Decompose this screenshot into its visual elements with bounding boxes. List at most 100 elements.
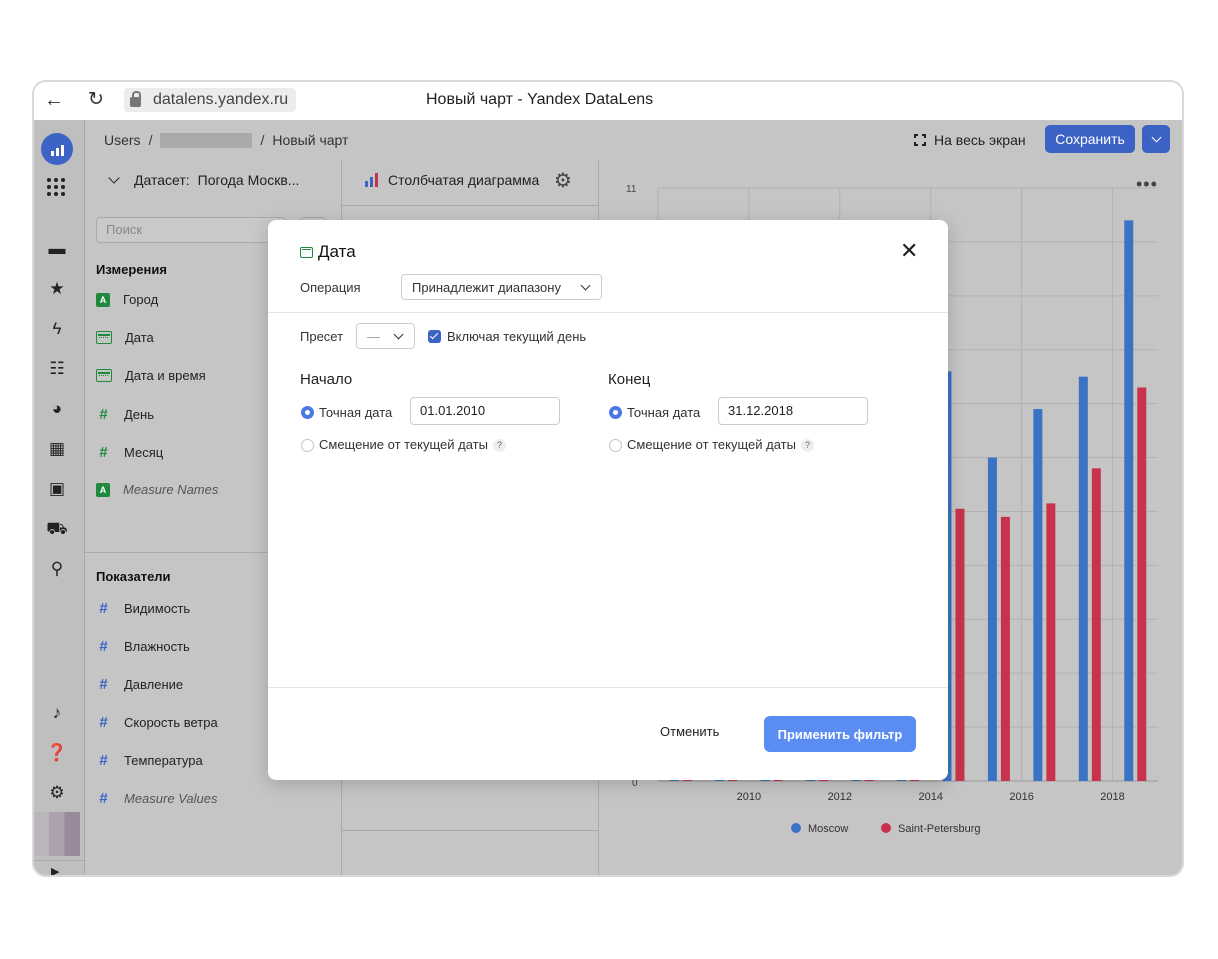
chevron-down-icon — [108, 171, 120, 184]
dimension-item[interactable]: Дата — [96, 330, 154, 345]
number-type-icon: # — [99, 444, 108, 461]
settings-slider-icon[interactable]: ⚲ — [46, 558, 68, 580]
dashboard-icon[interactable]: ▦ — [46, 438, 68, 460]
folder-icon[interactable]: ▬ — [46, 238, 68, 260]
start-date-value: 01.01.2010 — [420, 403, 486, 418]
help-icon[interactable]: ❓ — [46, 742, 68, 764]
cancel-button[interactable]: Отменить — [660, 724, 719, 739]
avatar[interactable] — [34, 812, 80, 856]
measure-item[interactable]: # Видимость — [96, 600, 190, 617]
start-exact-radio[interactable] — [301, 406, 314, 419]
pie-icon[interactable]: ◕ — [46, 398, 68, 420]
bar-saint-petersburg — [1046, 503, 1056, 781]
star-icon[interactable]: ★ — [46, 278, 68, 300]
preset-label: Пресет — [300, 329, 344, 344]
save-button[interactable]: Сохранить — [1045, 125, 1135, 153]
number-type-icon: # — [99, 752, 108, 769]
end-exact-label[interactable]: Точная дата — [627, 405, 700, 420]
preset-select[interactable]: — — [356, 323, 415, 349]
nav-divider — [34, 860, 84, 861]
dimension-item[interactable]: # День — [96, 406, 154, 423]
save-options-button[interactable] — [1142, 125, 1170, 153]
bolt-icon[interactable]: ϟ — [46, 318, 68, 340]
nav-rail: ▬ ★ ϟ ☷ ◕ ▦ ▣ ⛟ ⚲ ♪ ❓ ⚙ ▶ — [34, 120, 85, 875]
breadcrumb-user-redacted[interactable] — [160, 132, 253, 148]
bell-icon[interactable]: ♪ — [46, 702, 68, 724]
end-offset-radio[interactable] — [609, 439, 622, 452]
page-title: Новый чарт - Yandex DataLens — [426, 91, 654, 108]
cart-icon[interactable]: ⛟ — [46, 518, 68, 540]
close-icon[interactable]: ✕ — [900, 238, 918, 264]
start-exact-label[interactable]: Точная дата — [319, 405, 392, 420]
measure-item[interactable]: # Температура — [96, 752, 202, 769]
include-today-label[interactable]: Включая текущий день — [447, 329, 586, 344]
address-bar[interactable]: datalens.yandex.ru — [124, 88, 297, 112]
legend-label: Moscow — [808, 823, 848, 835]
chevron-down-icon — [1151, 132, 1161, 142]
operation-select[interactable]: Принадлежит диапазону — [401, 274, 602, 300]
reload-icon[interactable]: ↻ — [88, 88, 104, 111]
measure-item[interactable]: # Скорость ветра — [96, 714, 218, 731]
fullscreen-button[interactable]: На весь экран — [913, 132, 1026, 148]
breadcrumb-sep: / — [148, 132, 153, 148]
field-label: Давление — [124, 677, 184, 692]
breadcrumb-root[interactable]: Users — [104, 132, 141, 148]
end-exact-radio[interactable] — [609, 406, 622, 419]
field-label: Влажность — [124, 639, 190, 654]
panel-divider — [341, 205, 598, 206]
url-text: datalens.yandex.ru — [153, 91, 289, 108]
number-type-icon: # — [99, 676, 108, 693]
dataset-selector[interactable]: Датасет: Погода Москв... — [106, 171, 299, 188]
help-icon[interactable]: ? — [800, 439, 814, 453]
measure-item[interactable]: # Влажность — [96, 638, 190, 655]
bar-moscow — [1124, 220, 1134, 781]
end-offset-option[interactable]: Смещение от текущей даты? — [627, 437, 814, 453]
start-offset-radio[interactable] — [301, 439, 314, 452]
start-offset-label: Смещение от текущей даты — [319, 437, 488, 452]
apply-filter-button[interactable]: Применить фильтр — [764, 716, 916, 752]
gear-icon[interactable]: ⚙ — [554, 168, 572, 193]
back-arrow-icon[interactable]: ← — [44, 89, 64, 112]
measure-item[interactable]: # Давление — [96, 676, 183, 693]
x-tick-label: 2010 — [737, 791, 761, 803]
panel-divider — [341, 830, 598, 831]
chevron-down-icon — [393, 329, 404, 340]
chart-type-selector[interactable]: Столбчатая диаграмма — [365, 172, 539, 188]
legend-swatch — [881, 823, 891, 833]
field-label: Город — [123, 292, 159, 307]
expand-icon[interactable]: ▶ — [51, 865, 59, 875]
operation-label: Операция — [300, 280, 361, 295]
more-options-icon[interactable]: ••• — [1136, 174, 1158, 195]
x-tick-label: 2018 — [1100, 791, 1124, 803]
dimension-item[interactable]: A Город — [96, 292, 158, 307]
include-today-checkbox[interactable] — [428, 330, 441, 343]
bar-saint-petersburg — [955, 508, 965, 781]
dimension-item[interactable]: Дата и время — [96, 368, 206, 383]
end-date-input[interactable]: 31.12.2018 — [718, 397, 868, 425]
start-date-input[interactable]: 01.01.2010 — [410, 397, 560, 425]
number-type-icon: # — [99, 638, 108, 655]
start-heading: Начало — [300, 371, 353, 388]
x-tick-label: 2016 — [1009, 791, 1033, 803]
help-icon[interactable]: ? — [492, 439, 506, 453]
x-tick-label: 2012 — [828, 791, 852, 803]
number-type-icon: # — [99, 600, 108, 617]
dimension-item[interactable]: A Measure Names — [96, 482, 218, 497]
start-offset-option[interactable]: Смещение от текущей даты? — [319, 437, 506, 453]
search-input[interactable]: Поиск — [96, 217, 286, 243]
logo-icon[interactable] — [41, 133, 73, 165]
measure-item[interactable]: # Measure Values — [96, 790, 217, 807]
field-label: Скорость ветра — [124, 715, 218, 730]
dataset-icon[interactable]: ▣ — [46, 478, 68, 500]
string-type-icon: A — [96, 482, 110, 497]
dimension-item[interactable]: # Месяц — [96, 444, 163, 461]
fullscreen-label: На весь экран — [934, 132, 1026, 148]
dialog-divider — [268, 312, 948, 313]
number-type-icon: # — [99, 406, 108, 423]
list-icon[interactable]: ☷ — [46, 358, 68, 380]
gear-icon[interactable]: ⚙ — [46, 782, 68, 804]
y-tick-label: 11 — [626, 184, 637, 195]
end-heading: Конец — [608, 371, 651, 388]
apps-grid-icon[interactable] — [47, 178, 65, 196]
bar-moscow — [987, 457, 997, 781]
